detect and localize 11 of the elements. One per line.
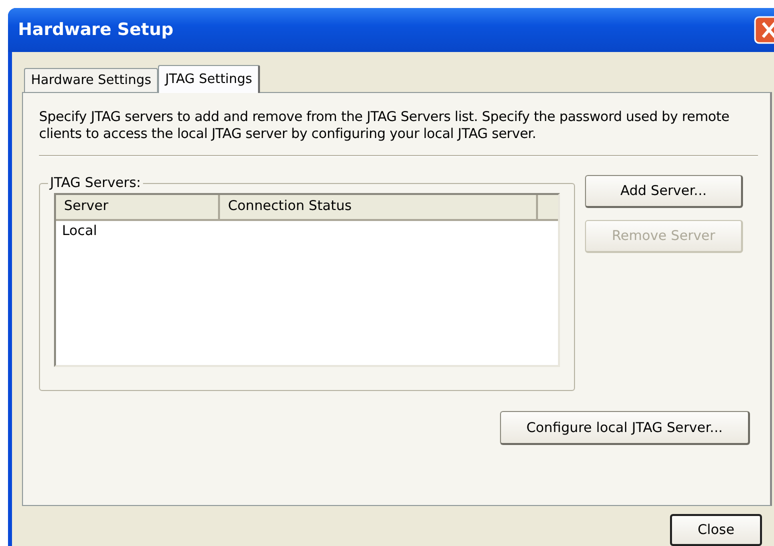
group-label: JTAG Servers: (48, 175, 142, 191)
window-title: Hardware Setup (18, 20, 174, 40)
column-header[interactable]: Server (56, 195, 220, 219)
column-header[interactable]: Connection Status (220, 195, 538, 219)
configure-button[interactable]: Configure local JTAG Server... (500, 411, 750, 445)
close-button[interactable]: Close (670, 514, 762, 546)
tab[interactable]: JTAG Settings (158, 65, 260, 93)
description-text: Specify JTAG servers to add and remove from the JTAG Servers list. Specify the password used by remote clients to access the local JTAG server by configuring your local JTAG server. (39, 109, 730, 143)
server-button[interactable]: Add Server... (585, 175, 743, 208)
table-cell[interactable]: Local (56, 221, 220, 241)
tab[interactable]: Hardware Settings (24, 68, 158, 92)
